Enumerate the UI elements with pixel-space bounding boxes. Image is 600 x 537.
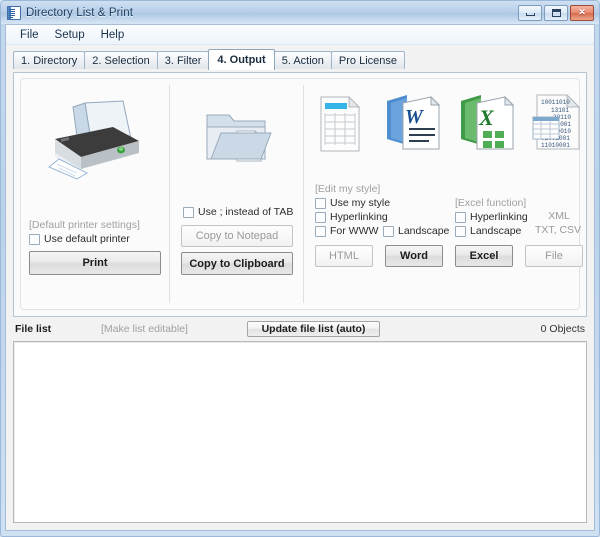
svg-text:11010001: 11010001 (541, 142, 570, 149)
svg-text:X: X (478, 105, 495, 130)
word-landscape-checkbox[interactable]: Landscape (383, 225, 449, 237)
checkbox-label: Use my style (330, 197, 391, 209)
use-my-style-checkbox[interactable]: Use my style (315, 197, 390, 209)
checkbox-label: For WWW (330, 225, 379, 237)
checkbox-label: Hyperlinking (330, 211, 388, 223)
printer-icon (48, 100, 139, 180)
checkbox-box[interactable] (455, 225, 466, 237)
copy-to-notepad-button[interactable]: Copy to Notepad (181, 225, 293, 247)
word-button[interactable]: Word (385, 245, 443, 267)
excel-hyperlinking-checkbox[interactable]: Hyperlinking (455, 211, 528, 223)
tab-selection[interactable]: 2. Selection (84, 51, 158, 69)
html-table-document-icon (320, 95, 361, 152)
list-document-icon (7, 5, 21, 20)
tab-output[interactable]: 4. Output (208, 49, 275, 70)
output-inner-panel: [Default printer settings] Use default p… (20, 78, 583, 310)
excel-button[interactable]: Excel (455, 245, 513, 267)
menu-item-setup[interactable]: Setup (47, 27, 93, 43)
svg-text:13101: 13101 (551, 107, 569, 114)
tab-filter[interactable]: 3. Filter (156, 51, 210, 69)
menu-item-file[interactable]: File (12, 27, 47, 43)
folder-document-icon (206, 114, 272, 162)
checkbox-box[interactable] (29, 233, 40, 245)
update-file-list-button[interactable]: Update file list (auto) (247, 321, 380, 337)
excel-landscape-checkbox[interactable]: Landscape (455, 225, 521, 237)
edit-my-style-label: [Edit my style] (315, 183, 381, 195)
print-panel: [Default printer settings] Use default p… (21, 79, 169, 309)
txt-csv-format-label: TXT, CSV (534, 224, 582, 236)
checkbox-box[interactable] (315, 225, 326, 237)
checkbox-label: Landscape (398, 225, 450, 237)
output-group: [Default printer settings] Use default p… (13, 72, 587, 317)
for-www-checkbox[interactable]: For WWW (315, 225, 378, 237)
maximize-button[interactable] (544, 4, 568, 21)
object-count-label: 0 Objects (540, 323, 585, 335)
excel-function-label: [Excel function] (455, 197, 527, 209)
client-area: File Setup Help 1. Directory 2. Selectio… (5, 24, 595, 531)
panel-divider-2 (303, 85, 304, 303)
checkbox-box[interactable] (455, 211, 466, 223)
minimize-button[interactable] (518, 4, 542, 21)
tab-action[interactable]: 5. Action (273, 51, 332, 69)
excel-spreadsheet-icon: X (461, 95, 515, 150)
html-hyperlinking-checkbox[interactable]: Hyperlinking (315, 211, 388, 223)
word-document-icon: W (387, 95, 441, 150)
panel-divider-1 (169, 85, 170, 303)
use-semicolon-checkbox[interactable]: Use ; instead of TAB (183, 206, 293, 218)
svg-text:10011010: 10011010 (541, 99, 570, 106)
close-button[interactable]: ✕ (570, 4, 594, 21)
binary-file-document-icon: 10011010 13101 30110 11001 30010 0100100… (532, 93, 581, 150)
svg-text:W: W (405, 106, 424, 128)
file-list-label: File list (15, 323, 52, 335)
tab-pro-license[interactable]: Pro License (330, 51, 405, 69)
title-bar: Directory List & Print ✕ (1, 1, 599, 24)
file-list-bar: File list [Make list editable] Update fi… (13, 321, 587, 338)
default-printer-settings-label: [Default printer settings] (29, 219, 140, 231)
checkbox-box[interactable] (383, 225, 394, 237)
copy-to-clipboard-button[interactable]: Copy to Clipboard (181, 252, 293, 275)
checkbox-label: Hyperlinking (470, 211, 528, 223)
checkbox-box[interactable] (183, 206, 194, 218)
notepad-panel: Use ; instead of TAB Copy to Notepad Cop… (171, 79, 303, 309)
tab-directory[interactable]: 1. Directory (13, 51, 86, 69)
make-list-editable-label[interactable]: [Make list editable] (101, 323, 188, 335)
file-button[interactable]: File (525, 245, 583, 267)
menu-item-help[interactable]: Help (93, 27, 133, 43)
print-button[interactable]: Print (29, 251, 161, 275)
window-controls: ✕ (518, 4, 594, 21)
checkbox-label: Landscape (470, 225, 522, 237)
application-window: Directory List & Print ✕ File Setup Help… (0, 0, 600, 537)
xml-format-label: XML (548, 210, 570, 222)
window-title: Directory List & Print (26, 6, 134, 19)
menu-bar: File Setup Help (6, 25, 594, 45)
tab-strip: 1. Directory 2. Selection 3. Filter 4. O… (13, 49, 594, 70)
checkbox-label: Use default printer (44, 233, 130, 245)
checkbox-box[interactable] (315, 197, 326, 209)
use-default-printer-checkbox[interactable]: Use default printer (29, 233, 130, 245)
checkbox-box[interactable] (315, 211, 326, 223)
checkbox-label: Use ; instead of TAB (198, 206, 294, 218)
html-button[interactable]: HTML (315, 245, 373, 267)
apps-panel: W X 10011010 13101 30110 11001 30010 110… (307, 79, 583, 309)
file-list-box[interactable] (13, 341, 587, 523)
